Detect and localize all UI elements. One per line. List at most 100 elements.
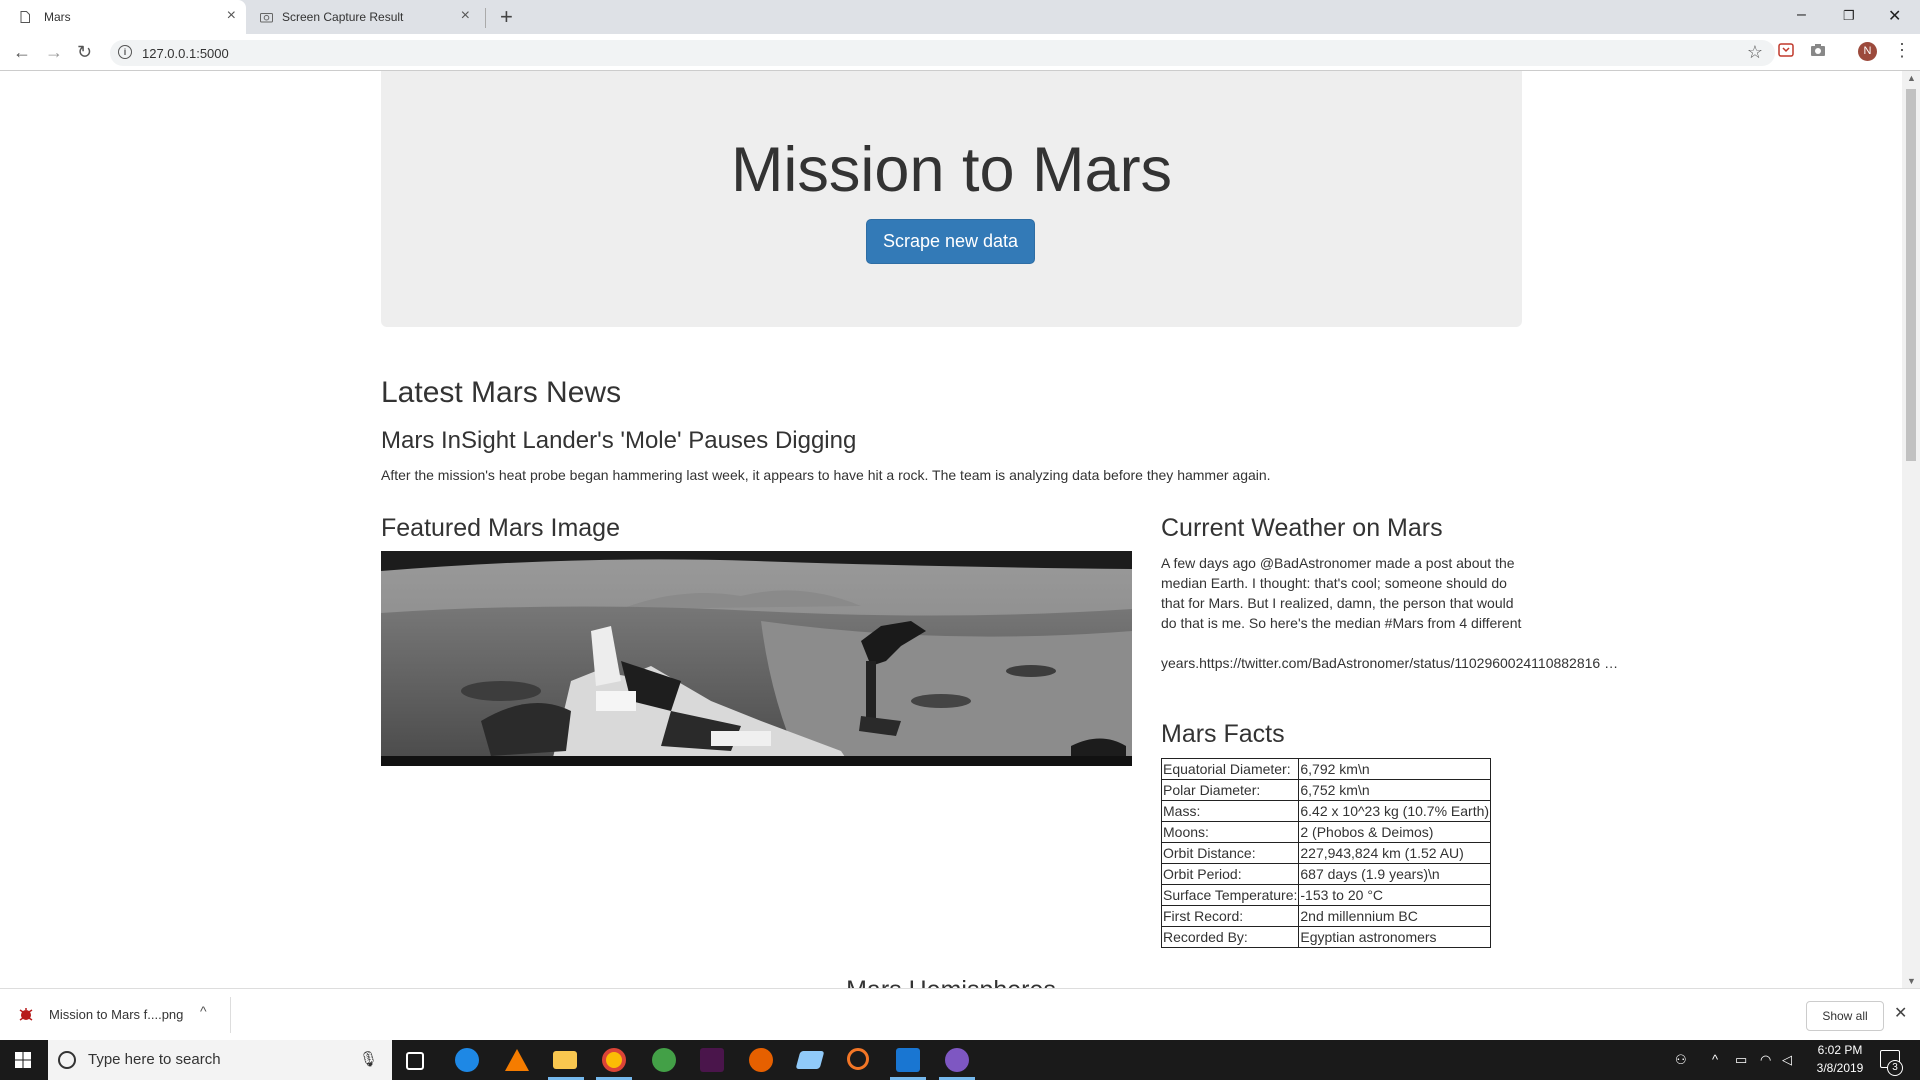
fact-label: Orbit Period: [1160, 863, 1300, 885]
fact-value: 6.42 x 10^23 kg (10.7% Earth) [1298, 800, 1492, 822]
fact-value: -153 to 20 °C [1298, 884, 1492, 906]
weather-tweet-text: A few days ago @BadAstronomer made a pos… [1161, 555, 1522, 631]
table-row: Recorded By: Egyptian astronomers [1160, 926, 1492, 948]
browser-toolbar: ← → ↻ i 127.0.0.1:5000 ☆ N ⋮ [0, 34, 1920, 71]
tab-label: Screen Capture Result [282, 10, 404, 24]
task-view-icon[interactable] [406, 1052, 424, 1070]
weather-tweet-link[interactable]: years.https://twitter.com/BadAstronomer/… [1161, 653, 1618, 673]
jumbotron: Mission to Mars Scrape new data [381, 71, 1522, 327]
fact-label: Recorded By: [1160, 926, 1300, 948]
weather-heading: Current Weather on Mars [1161, 514, 1443, 542]
pocket-extension-icon[interactable] [1778, 42, 1794, 58]
fact-label: Surface Temperature: [1160, 884, 1300, 906]
reload-icon[interactable]: ↻ [77, 42, 92, 63]
fact-label: Equatorial Diameter: [1160, 758, 1300, 780]
download-file-icon [19, 1008, 33, 1021]
close-window-icon[interactable]: ✕ [1888, 6, 1901, 26]
page-title: Mission to Mars [730, 135, 1173, 205]
scroll-up-arrow-icon[interactable]: ▲ [1907, 73, 1916, 83]
fact-value: 227,943,824 km (1.52 AU) [1298, 842, 1492, 864]
wifi-icon[interactable]: ◠ [1760, 1052, 1771, 1068]
table-row: Orbit Period: 687 days (1.9 years)\n [1160, 863, 1492, 885]
table-row: Equatorial Diameter: 6,792 km\n [1160, 758, 1492, 780]
fact-value: 6,792 km\n [1298, 758, 1492, 780]
jupyter-icon[interactable] [847, 1048, 869, 1070]
scroll-thumb[interactable] [1906, 89, 1916, 461]
clock-date[interactable]: 3/8/2019 [1808, 1061, 1872, 1075]
restore-icon[interactable]: ❐ [1843, 8, 1855, 24]
firefox-icon[interactable] [749, 1048, 773, 1072]
download-shelf: Mission to Mars f....png ^ Show all ✕ [0, 988, 1920, 1041]
gitkraken-icon[interactable] [652, 1048, 676, 1072]
page-viewport: Mission to Mars Scrape new data Latest M… [0, 71, 1902, 988]
close-shelf-icon[interactable]: ✕ [1894, 1003, 1907, 1023]
page-icon [20, 11, 30, 23]
table-row: Moons: 2 (Phobos & Deimos) [1160, 821, 1492, 843]
tab-screen-capture[interactable]: Screen Capture Result × [252, 0, 484, 34]
scrape-new-data-button[interactable]: Scrape new data [866, 219, 1035, 264]
download-item[interactable]: Mission to Mars f....png [49, 1007, 183, 1022]
minimize-icon[interactable]: – [1797, 6, 1806, 24]
featured-image-heading: Featured Mars Image [381, 514, 620, 542]
table-row: Polar Diameter: 6,752 km\n [1160, 779, 1492, 801]
close-tab-icon[interactable]: × [461, 7, 470, 25]
back-icon[interactable]: ← [13, 42, 31, 63]
show-all-button[interactable]: Show all [1806, 1001, 1884, 1031]
news-paragraph: After the mission's heat probe began ham… [381, 467, 1271, 483]
browser-tab-strip: Mars × Screen Capture Result × + – ❐ ✕ [0, 0, 1920, 34]
fact-value: Egyptian astronomers [1298, 926, 1492, 948]
address-url[interactable]: 127.0.0.1:5000 [142, 46, 229, 61]
address-bar[interactable]: i 127.0.0.1:5000 ☆ [110, 40, 1775, 66]
table-row: Orbit Distance: 227,943,824 km (1.52 AU) [1160, 842, 1492, 864]
forward-icon[interactable]: → [45, 42, 63, 63]
more-options-icon[interactable]: ⋮ [1893, 40, 1911, 61]
show-hidden-icons-icon[interactable]: ^ [1712, 1052, 1718, 1067]
slack-icon[interactable] [700, 1048, 724, 1072]
fact-value: 2nd millennium BC [1298, 905, 1492, 927]
page-scrollbar[interactable]: ▲ ▼ [1902, 71, 1920, 988]
fact-label: Moons: [1160, 821, 1300, 843]
github-desktop-icon[interactable] [945, 1048, 969, 1072]
facts-heading: Mars Facts [1161, 720, 1285, 748]
tab-mars[interactable]: Mars × [0, 0, 246, 34]
table-row: Surface Temperature: -153 to 20 °C [1160, 884, 1492, 906]
news-heading: Latest Mars News [381, 376, 622, 409]
fact-label: Orbit Distance: [1160, 842, 1300, 864]
notepad-icon[interactable] [795, 1051, 825, 1069]
file-explorer-icon[interactable] [553, 1051, 577, 1069]
vlc-icon[interactable] [505, 1049, 529, 1071]
hemispheres-heading: Mars Hemispheres [0, 976, 1902, 988]
clock-time[interactable]: 6:02 PM [1808, 1043, 1872, 1057]
screenshot-extension-icon[interactable] [1810, 42, 1826, 58]
vscode-icon[interactable] [896, 1048, 920, 1072]
windows-start-icon[interactable] [15, 1052, 31, 1068]
fact-value: 2 (Phobos & Deimos) [1298, 821, 1492, 843]
chevron-up-icon[interactable]: ^ [200, 1003, 207, 1019]
mars-facts-table: Equatorial Diameter: 6,792 km\n Polar Dia… [1160, 758, 1492, 948]
fact-label: First Record: [1160, 905, 1300, 927]
shelf-divider [230, 997, 231, 1033]
chrome-icon[interactable] [602, 1048, 626, 1072]
fact-label: Mass: [1160, 800, 1300, 822]
search-placeholder: Type here to search [88, 1051, 221, 1068]
profile-avatar[interactable]: N [1858, 42, 1877, 61]
featured-mars-image [381, 551, 1132, 766]
scroll-down-arrow-icon[interactable]: ▼ [1907, 976, 1916, 986]
tab-divider [485, 8, 486, 28]
bookmark-star-icon[interactable]: ☆ [1747, 42, 1763, 63]
battery-icon[interactable]: ▭ [1735, 1052, 1747, 1068]
microphone-icon[interactable]: 🎙 [359, 1050, 378, 1068]
windows-taskbar: Type here to search 🎙 ⚇ ^ ▭ ◠ ◁ 6:02 PM … [0, 1040, 1920, 1080]
cortana-icon [58, 1051, 76, 1069]
volume-icon[interactable]: ◁ [1782, 1052, 1792, 1068]
tab-label: Mars [44, 10, 71, 24]
info-icon[interactable]: i [118, 45, 132, 59]
people-icon[interactable]: ⚇ [1675, 1052, 1687, 1068]
close-tab-icon[interactable]: × [227, 7, 236, 25]
taskbar-search-box[interactable]: Type here to search 🎙 [48, 1040, 392, 1080]
table-row: Mass: 6.42 x 10^23 kg (10.7% Earth) [1160, 800, 1492, 822]
table-row: First Record: 2nd millennium BC [1160, 905, 1492, 927]
edge-browser-icon[interactable] [455, 1048, 479, 1072]
new-tab-icon[interactable]: + [500, 4, 513, 30]
notification-count-badge: 3 [1887, 1060, 1903, 1076]
